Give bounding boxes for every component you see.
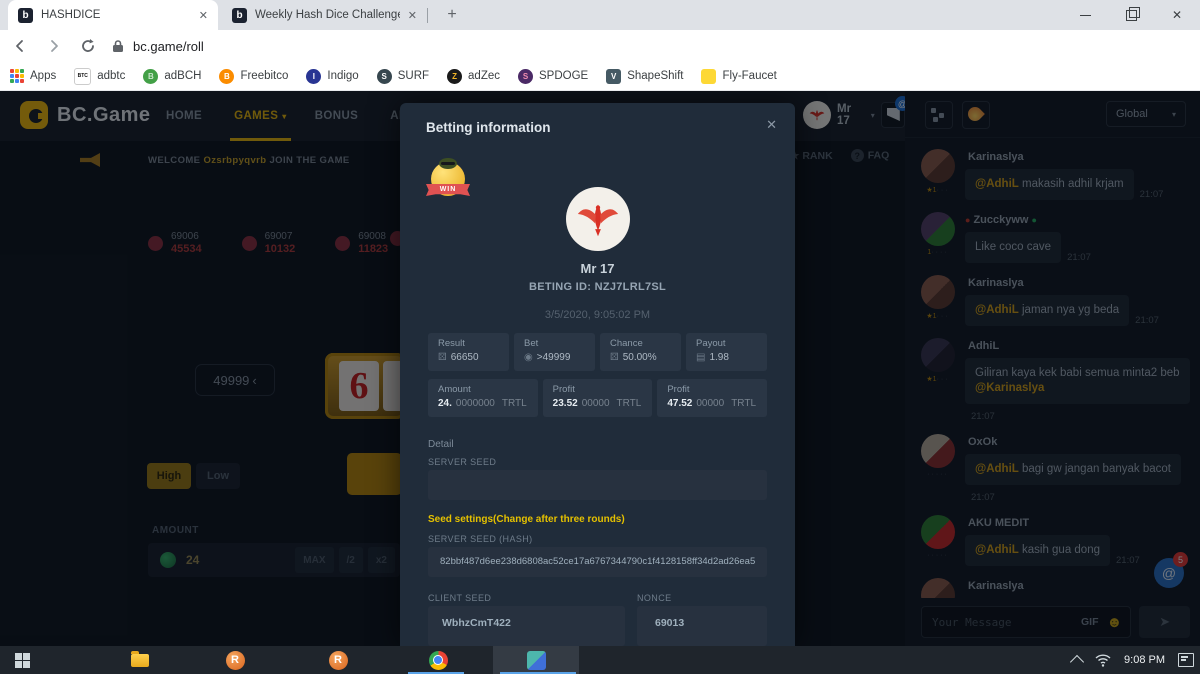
lock-icon [112, 39, 124, 53]
app-r1-button[interactable]: R [213, 646, 257, 674]
system-tray: 9:08 PM [1072, 646, 1194, 674]
stat-box: Result ⚄66650 [428, 333, 509, 371]
server-seed-box[interactable] [428, 470, 767, 500]
betting-id: BETING ID: NZJ7LRL7SL [400, 281, 795, 293]
player-name: Mr 17 [400, 261, 795, 276]
tab-title: Weekly Hash Dice Challenge - Se [255, 9, 400, 21]
client-seed-value[interactable]: WbhzCmT422 [428, 606, 625, 646]
back-icon[interactable] [6, 32, 34, 60]
nonce-label: NONCE [637, 593, 672, 603]
bookmark-favicon: B [143, 69, 158, 84]
stats-row-2: Amount 24.0000000TRTL Profit 23.5200000T… [428, 379, 767, 417]
window-restore-button[interactable] [1108, 0, 1154, 30]
stat-icon: ⚄ [610, 352, 619, 363]
bookmark-item[interactable]: S SURF [377, 69, 429, 84]
bet-timestamp: 3/5/2020, 9:05:02 PM [400, 309, 795, 321]
nonce-value[interactable]: 69013 [637, 606, 767, 646]
address-bar[interactable]: bc.game/roll [112, 39, 882, 54]
bookmark-favicon: S [518, 69, 533, 84]
browser-toolbar: bc.game/roll [0, 30, 1200, 62]
reload-icon[interactable] [74, 32, 102, 60]
bookmark-favicon: I [306, 69, 321, 84]
bookmark-item[interactable]: Fly-Faucet [701, 69, 776, 84]
site-favicon: b [18, 8, 33, 23]
stat-box: Profit 23.5200000TRTL [543, 379, 653, 417]
bookmark-apps[interactable]: Apps [10, 69, 56, 83]
chrome-taskbar-button[interactable] [416, 646, 460, 674]
server-seed-hash-value[interactable]: 82bbf487d6ee238d6808ac52ce17a6767344790c… [428, 547, 767, 577]
stat-icon: ▤ [696, 352, 705, 363]
phoenix-icon [575, 196, 621, 242]
stat-box: Amount 24.0000000TRTL [428, 379, 538, 417]
stat-box: Bet ◉>49999 [514, 333, 595, 371]
bookmark-item[interactable]: I Indigo [306, 69, 358, 84]
browser-titlebar: b HASHDICE ✕ b Weekly Hash Dice Challeng… [0, 0, 1200, 30]
bookmark-item[interactable]: V ShapeShift [606, 69, 683, 84]
client-seed-label: CLIENT SEED [428, 593, 491, 603]
tab-close-icon[interactable]: ✕ [408, 9, 417, 22]
chrome-icon [429, 651, 448, 670]
window-minimize-button[interactable] [1062, 0, 1108, 30]
stat-box: Chance ⚄50.00% [600, 333, 681, 371]
tray-chevron-icon[interactable] [1070, 655, 1084, 669]
apps-grid-icon [10, 69, 24, 83]
detail-label: Detail [428, 439, 454, 450]
stat-icon: ⚄ [438, 352, 447, 363]
r-app-icon: R [329, 651, 348, 670]
forward-icon[interactable] [40, 32, 68, 60]
bookmark-favicon [701, 69, 716, 84]
server-seed-hash-label: SERVER SEED (HASH) [428, 534, 533, 544]
url-text[interactable]: bc.game/roll [133, 39, 204, 54]
betting-info-modal: Betting information ✕ WIN Mr 17 BETING I… [400, 103, 795, 646]
browser-tab-hashdice[interactable]: b HASHDICE ✕ [8, 0, 218, 30]
bookmarks-bar: Apps BTC adbtc B adBCH B Freebitco [0, 62, 1200, 91]
r-app-icon: R [226, 651, 245, 670]
stats-row-1: Result ⚄66650 Bet ◉>49999 Chance ⚄50.00% [428, 333, 767, 371]
bookmark-item[interactable]: S SPDOGE [518, 69, 588, 84]
seed-settings-label: Seed settings(Change after three rounds) [428, 514, 625, 525]
bookmark-favicon: S [377, 69, 392, 84]
bookmark-item[interactable]: B adBCH [143, 69, 201, 84]
new-tab-button[interactable]: + [440, 3, 464, 27]
windows-taskbar: R R [0, 646, 1200, 674]
action-center-icon[interactable] [1178, 653, 1194, 667]
bookmark-item[interactable]: Z adZec [447, 69, 500, 84]
wifi-icon[interactable] [1095, 654, 1111, 667]
start-button[interactable] [0, 646, 44, 674]
stat-box: Profit 47.5200000TRTL [657, 379, 767, 417]
active-app-button[interactable] [493, 646, 579, 674]
window-close-button[interactable]: ✕ [1154, 0, 1200, 30]
site-favicon: b [232, 8, 247, 23]
frog-icon [439, 158, 457, 169]
cube-app-icon [527, 651, 546, 670]
tab-title: HASHDICE [41, 9, 191, 21]
screen: b HASHDICE ✕ b Weekly Hash Dice Challeng… [0, 0, 1200, 674]
server-seed-label: SERVER SEED [428, 457, 496, 467]
windows-logo-icon [15, 653, 30, 668]
bookmark-item[interactable]: BTC adbtc [74, 68, 125, 85]
close-icon[interactable]: ✕ [766, 117, 777, 133]
bookmark-favicon: B [219, 69, 234, 84]
tab-divider [427, 8, 428, 23]
bookmark-favicon: BTC [74, 68, 91, 85]
bookmark-favicon: Z [447, 69, 462, 84]
app-r2-button[interactable]: R [316, 646, 360, 674]
folder-icon [131, 654, 149, 667]
tab-close-icon[interactable]: ✕ [199, 9, 208, 22]
bookmark-item[interactable]: B Freebitco [219, 69, 288, 84]
win-badge: WIN [426, 158, 470, 200]
file-explorer-button[interactable] [118, 646, 162, 674]
clock[interactable]: 9:08 PM [1124, 654, 1165, 666]
stat-box: Payout ▤1.98 [686, 333, 767, 371]
stat-icon: ◉ [524, 352, 533, 363]
window-controls: ✕ [1062, 0, 1200, 30]
player-avatar [566, 187, 630, 251]
modal-title: Betting information [426, 120, 551, 135]
browser-tab-challenge[interactable]: b Weekly Hash Dice Challenge - Se ✕ [222, 0, 427, 30]
bookmark-favicon: V [606, 69, 621, 84]
page-content: BC.Game HOME GAMES▾ BONUS AFFILIATE FORU… [0, 91, 1200, 646]
